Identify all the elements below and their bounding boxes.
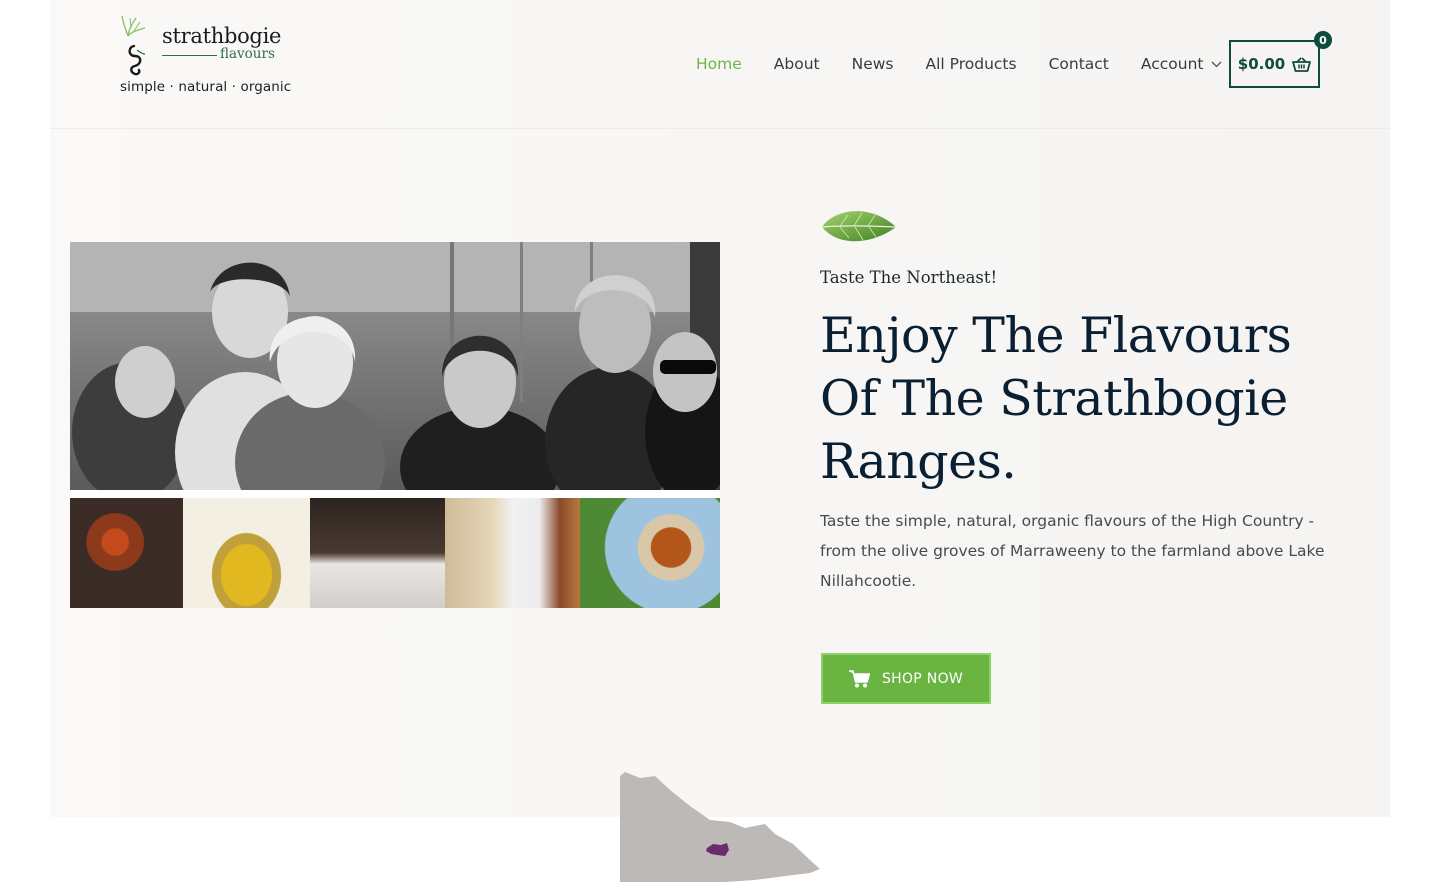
main-nav: Home About News All Products Contact Acc… bbox=[696, 53, 1254, 75]
cart-count-badge: 0 bbox=[1314, 31, 1332, 49]
site-tagline: simple · natural · organic bbox=[120, 79, 292, 95]
family-photo bbox=[70, 242, 720, 490]
cart-button[interactable]: $0.00 bbox=[1229, 40, 1320, 88]
shop-now-label: SHOP NOW bbox=[881, 670, 964, 687]
region-map bbox=[620, 772, 820, 882]
nav-item-all-products[interactable]: All Products bbox=[926, 53, 1017, 75]
nav-item-account[interactable]: Account bbox=[1141, 53, 1223, 75]
nav-item-account-label: Account bbox=[1140, 55, 1204, 73]
hero-description: Taste the simple, natural, organic flavo… bbox=[820, 512, 1325, 590]
hero-headline: Enjoy The Flavours Of The Strathbogie Ra… bbox=[820, 307, 1292, 490]
nav-item-about[interactable]: About bbox=[774, 53, 820, 75]
logo-subname: flavours bbox=[220, 46, 275, 62]
cart-icon bbox=[848, 669, 870, 687]
basket-icon bbox=[1292, 56, 1312, 72]
nav-item-news[interactable]: News bbox=[852, 53, 894, 75]
tea-photo bbox=[580, 498, 720, 608]
hero-eyebrow: Taste The Northeast! bbox=[820, 268, 998, 287]
salt-sugar-photo bbox=[445, 498, 580, 608]
chevron-down-icon bbox=[1212, 61, 1222, 67]
shop-now-button[interactable]: SHOP NOW bbox=[821, 653, 991, 704]
leaf-icon bbox=[821, 211, 897, 242]
logo-mark-icon bbox=[121, 15, 146, 76]
antipasto-photo bbox=[310, 498, 445, 608]
logo-name: strathbogie bbox=[162, 24, 282, 48]
olive-oil-photo bbox=[183, 498, 310, 608]
site-logo[interactable]: strathbogie flavours simple · natural · … bbox=[120, 14, 300, 100]
spices-photo bbox=[70, 498, 183, 608]
logo-divider bbox=[162, 55, 217, 56]
hero-image bbox=[70, 242, 720, 608]
cart-total: $0.00 bbox=[1237, 55, 1286, 73]
ingredient-strip bbox=[70, 498, 720, 608]
nav-item-home[interactable]: Home bbox=[696, 53, 742, 75]
nav-item-contact[interactable]: Contact bbox=[1049, 53, 1109, 75]
